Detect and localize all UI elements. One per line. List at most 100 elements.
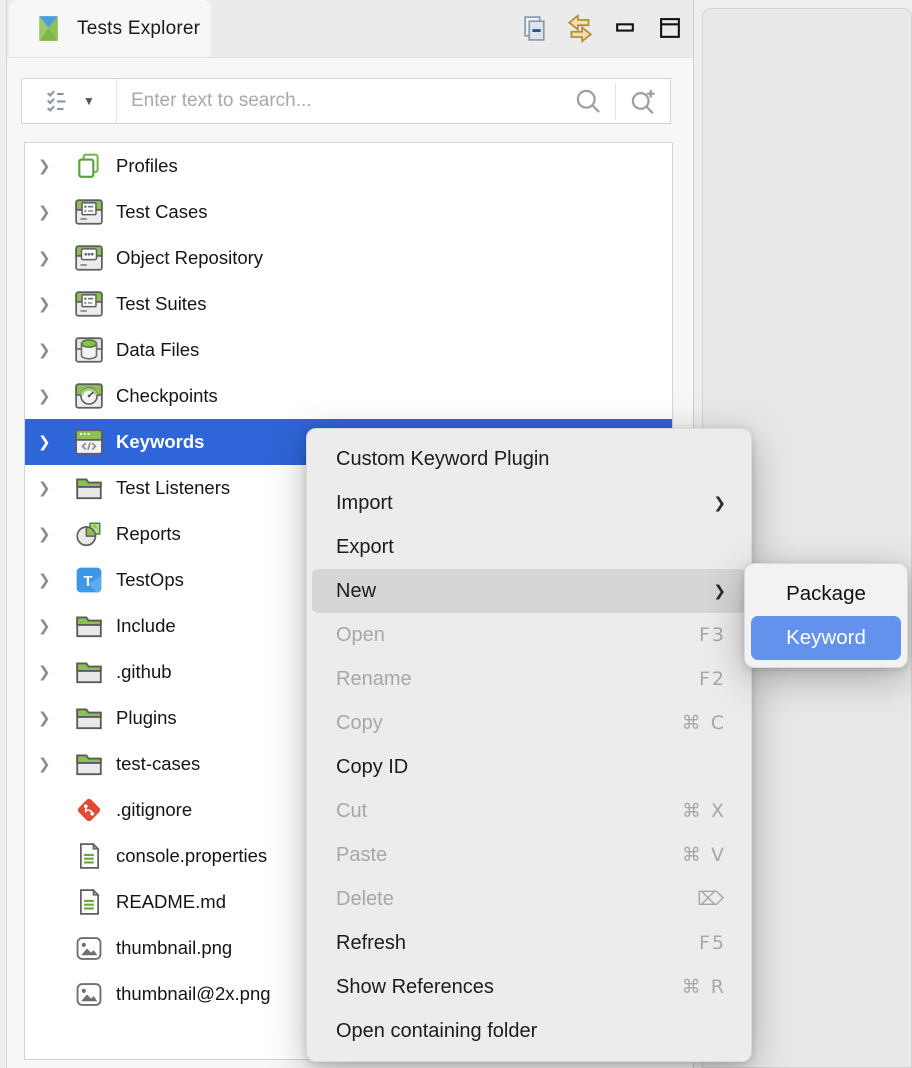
menu-item-label: New <box>336 580 376 603</box>
checkpoints-icon <box>73 380 105 412</box>
reports-icon <box>73 518 105 550</box>
tab-tests-explorer[interactable]: Tests Explorer <box>9 0 211 57</box>
tree-item-label: Checkpoints <box>116 385 218 407</box>
context-menu-item[interactable]: Import ❯ <box>312 481 746 525</box>
menu-item-label: Copy ID <box>336 756 408 779</box>
menu-item-shortcut: ⌘ R <box>682 976 726 998</box>
test-cases-icon <box>73 196 105 228</box>
search-input[interactable] <box>117 79 561 123</box>
maximize-icon[interactable] <box>655 14 685 44</box>
git-icon <box>73 794 105 826</box>
tree-row[interactable]: ❯ Object Repository <box>25 235 672 281</box>
context-menu-item[interactable]: Export <box>312 525 746 569</box>
folder-icon <box>73 610 105 642</box>
menu-item-shortcut: ⌘ C <box>682 712 726 734</box>
tree-item-label: README.md <box>116 891 226 913</box>
folder-icon <box>73 748 105 780</box>
chevron-right-icon[interactable]: ❯ <box>38 479 64 497</box>
chevron-right-icon[interactable]: ❯ <box>38 433 64 451</box>
chevron-right-icon[interactable]: ❯ <box>38 387 64 405</box>
app-window: Tests Explorer ▼ ❯ <box>0 0 912 1068</box>
tree-row[interactable]: ❯ Checkpoints <box>25 373 672 419</box>
submenu-item[interactable]: Package <box>751 572 901 616</box>
image-icon <box>73 978 105 1010</box>
tree-item-label: Test Cases <box>116 201 208 223</box>
tree-item-label: .github <box>116 661 172 683</box>
menu-item-label: Show References <box>336 976 494 999</box>
collapse-all-icon[interactable] <box>520 14 550 44</box>
minimize-icon[interactable] <box>610 14 640 44</box>
new-submenu: Package Keyword <box>744 563 908 668</box>
context-menu-item[interactable]: New ❯ <box>312 569 746 613</box>
chevron-right-icon[interactable]: ❯ <box>38 157 64 175</box>
tree-item-label: thumbnail.png <box>116 937 232 959</box>
checklist-filter-icon <box>43 86 73 116</box>
submenu-arrow-icon: ❯ <box>713 494 726 512</box>
tree-item-label: Object Repository <box>116 247 263 269</box>
search-filter-dropdown[interactable]: ▼ <box>22 79 117 123</box>
menu-item-label: Custom Keyword Plugin <box>336 448 549 471</box>
menu-item-label: Open <box>336 624 385 647</box>
link-with-editor-icon[interactable] <box>565 14 595 44</box>
folder-icon <box>73 656 105 688</box>
context-menu-item[interactable]: Copy ID <box>312 745 746 789</box>
chevron-right-icon[interactable]: ❯ <box>38 755 64 773</box>
chevron-right-icon[interactable]: ❯ <box>38 571 64 589</box>
header-toolbar <box>520 0 685 57</box>
context-menu-item[interactable]: Delete ⌦ <box>312 877 746 921</box>
context-menu-item[interactable]: Cut ⌘ X <box>312 789 746 833</box>
folder-icon <box>73 702 105 734</box>
tree-item-label: test-cases <box>116 753 200 775</box>
menu-item-shortcut: ⌘ X <box>682 800 726 822</box>
context-menu-item[interactable]: Paste ⌘ V <box>312 833 746 877</box>
tree-row[interactable]: ❯ Test Suites <box>25 281 672 327</box>
submenu-item-label: Package <box>786 582 866 606</box>
image-icon <box>73 932 105 964</box>
tree-item-label: Keywords <box>116 431 204 453</box>
menu-item-label: Cut <box>336 800 367 823</box>
chevron-right-icon[interactable]: ❯ <box>38 249 64 267</box>
menu-item-label: Copy <box>336 712 383 735</box>
tree-item-label: TestOps <box>116 569 184 591</box>
tree-item-label: Include <box>116 615 176 637</box>
search-button[interactable] <box>561 79 615 123</box>
chevron-right-icon[interactable]: ❯ <box>38 617 64 635</box>
menu-item-label: Import <box>336 492 393 515</box>
context-menu-item[interactable]: Copy ⌘ C <box>312 701 746 745</box>
keywords-icon <box>73 426 105 458</box>
data-files-icon <box>73 334 105 366</box>
object-repository-icon <box>73 242 105 274</box>
menu-item-label: Rename <box>336 668 412 691</box>
tree-item-label: thumbnail@2x.png <box>116 983 271 1005</box>
test-suites-icon <box>73 288 105 320</box>
menu-item-shortcut: F3 <box>699 624 726 646</box>
advanced-search-button[interactable] <box>616 79 670 123</box>
chevron-right-icon[interactable]: ❯ <box>38 709 64 727</box>
context-menu-item[interactable]: Refresh F5 <box>312 921 746 965</box>
submenu-item[interactable]: Keyword <box>751 616 901 660</box>
tree-row[interactable]: ❯ Profiles <box>25 143 672 189</box>
menu-item-shortcut: F2 <box>699 668 726 690</box>
context-menu-item[interactable]: Show References ⌘ R <box>312 965 746 1009</box>
context-menu-item[interactable]: Custom Keyword Plugin <box>312 437 746 481</box>
menu-item-label: Open containing folder <box>336 1020 537 1043</box>
submenu-item-label: Keyword <box>786 626 866 650</box>
chevron-right-icon[interactable]: ❯ <box>38 203 64 221</box>
menu-item-label: Delete <box>336 888 394 911</box>
tree-row[interactable]: ❯ Data Files <box>25 327 672 373</box>
tree-item-label: Test Listeners <box>116 477 230 499</box>
profiles-icon <box>73 150 105 182</box>
context-menu-item[interactable]: Open containing folder <box>312 1009 746 1053</box>
chevron-right-icon[interactable]: ❯ <box>38 525 64 543</box>
context-menu: Custom Keyword Plugin Import ❯ Export Ne… <box>306 428 752 1062</box>
tree-item-label: Profiles <box>116 155 178 177</box>
context-menu-item[interactable]: Rename F2 <box>312 657 746 701</box>
chevron-right-icon[interactable]: ❯ <box>38 295 64 313</box>
tree-row[interactable]: ❯ Test Cases <box>25 189 672 235</box>
chevron-right-icon[interactable]: ❯ <box>38 663 64 681</box>
context-menu-item[interactable]: Open F3 <box>312 613 746 657</box>
chevron-right-icon[interactable]: ❯ <box>38 341 64 359</box>
katalon-logo-icon <box>33 14 63 44</box>
menu-item-label: Refresh <box>336 932 406 955</box>
tree-item-label: Plugins <box>116 707 177 729</box>
